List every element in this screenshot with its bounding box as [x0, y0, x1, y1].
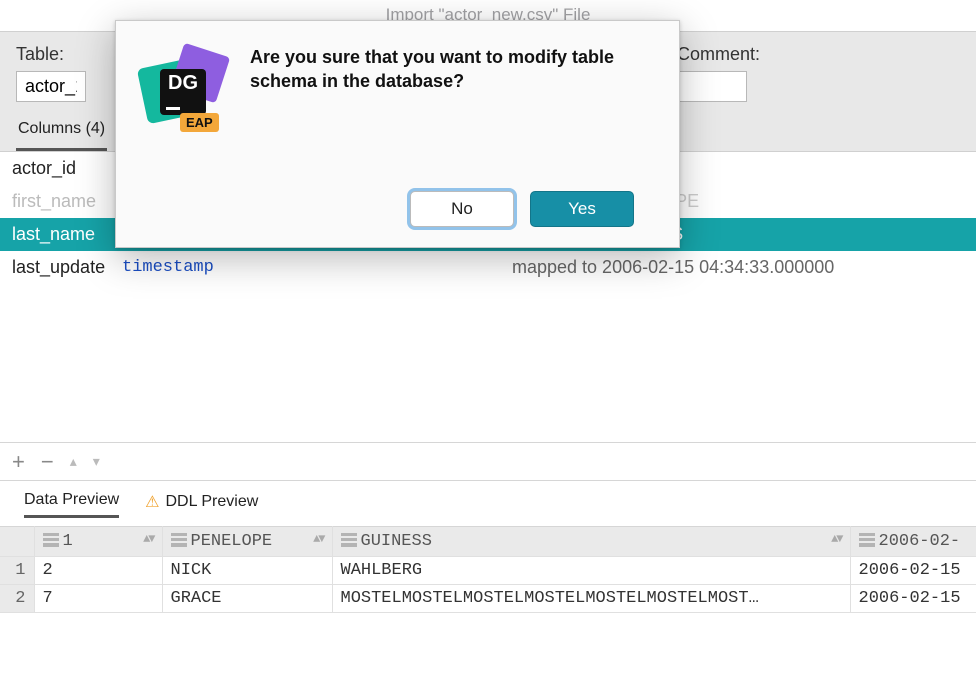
sort-icon[interactable]: ▲▼ [831, 532, 841, 546]
tab-columns[interactable]: Columns (4) [16, 114, 107, 151]
data-preview-grid: 1▲▼ PENELOPE▲▼ GUINESS▲▼ 2006-02- 1 2 NI… [0, 526, 976, 613]
table-label: Table: [16, 42, 86, 65]
column-type: timestamp [122, 258, 512, 277]
grid-cell[interactable]: MOSTELMOSTELMOSTELMOSTELMOSTELMOSTELMOST… [332, 585, 850, 613]
confirm-dialog: DG EAP Are you sure that you want to mod… [115, 20, 680, 248]
grid-cell[interactable]: NICK [162, 557, 332, 585]
grid-corner [0, 527, 34, 557]
row-number: 1 [0, 557, 34, 585]
grid-cell[interactable]: 7 [34, 585, 162, 613]
comment-input[interactable] [677, 71, 747, 102]
yes-button[interactable]: Yes [530, 191, 634, 227]
column-icon [341, 533, 357, 547]
grid-row[interactable]: 2 7 GRACE MOSTELMOSTELMOSTELMOSTELMOSTEL… [0, 585, 976, 613]
column-name: actor_id [12, 158, 122, 179]
tab-data-preview[interactable]: Data Preview [24, 491, 119, 518]
sort-icon[interactable]: ▲▼ [143, 532, 153, 546]
grid-cell[interactable]: GRACE [162, 585, 332, 613]
grid-header[interactable]: GUINESS▲▼ [332, 527, 850, 557]
column-mapping: mapped to 2006-02-15 04:34:33.000000 [512, 257, 834, 278]
dialog-message: Are you sure that you want to modify tab… [250, 45, 653, 94]
eap-badge: EAP [180, 113, 219, 132]
grid-cell[interactable]: 2 [34, 557, 162, 585]
preview-tabs: Data Preview ⚠ DDL Preview [0, 480, 976, 526]
row-number: 2 [0, 585, 34, 613]
warning-icon: ⚠ [145, 492, 159, 512]
no-button[interactable]: No [410, 191, 514, 227]
sort-icon[interactable]: ▲▼ [313, 532, 323, 546]
grid-cell[interactable]: 2006-02-15 [850, 585, 976, 613]
tab-label: Data Preview [24, 491, 119, 509]
tab-label: DDL Preview [166, 493, 259, 511]
grid-cell[interactable]: 2006-02-15 [850, 557, 976, 585]
tab-ddl-preview[interactable]: ⚠ DDL Preview [145, 491, 258, 518]
move-down-button[interactable]: ▾ [93, 453, 100, 470]
comment-label: Comment: [677, 42, 760, 65]
remove-column-button[interactable]: − [41, 449, 54, 475]
column-name: last_update [12, 257, 122, 278]
column-icon [43, 533, 59, 547]
grid-header[interactable]: PENELOPE▲▼ [162, 527, 332, 557]
grid-header[interactable]: 1▲▼ [34, 527, 162, 557]
column-name: last_name [12, 224, 122, 245]
columns-toolbar: + − ▴ ▾ [0, 442, 976, 480]
column-icon [171, 533, 187, 547]
column-icon [859, 533, 875, 547]
table-name-input[interactable] [16, 71, 86, 102]
grid-cell[interactable]: WAHLBERG [332, 557, 850, 585]
grid-header[interactable]: 2006-02- [850, 527, 976, 557]
column-row[interactable]: last_update timestamp mapped to 2006-02-… [0, 251, 976, 284]
move-up-button[interactable]: ▴ [70, 453, 77, 470]
column-name: first_name [12, 191, 122, 212]
grid-row[interactable]: 1 2 NICK WAHLBERG 2006-02-15 [0, 557, 976, 585]
add-column-button[interactable]: + [12, 449, 25, 475]
datagrip-logo-icon: DG EAP [142, 45, 232, 137]
